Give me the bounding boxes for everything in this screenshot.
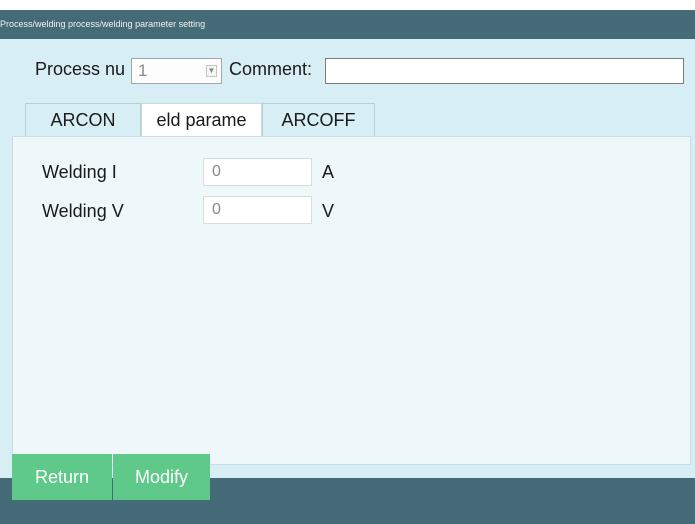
welding-current-unit: A [322,162,335,182]
tab-weld-parameters[interactable]: eld parame [141,103,262,137]
comment-input[interactable] [325,58,684,84]
welding-voltage-unit: V [322,201,335,221]
parameters-panel [12,136,691,465]
tab-arcon[interactable]: ARCON [25,103,141,137]
process-number-value: 1 [138,61,148,80]
comment-label: Comment: [229,59,313,79]
dropdown-arrow-icon[interactable]: ▼ [206,65,217,77]
welding-current-label: Welding I [42,162,117,182]
process-number-label: Process nu [35,59,126,79]
tab-weld-parameters-label: eld parame [156,110,247,130]
tab-arcoff[interactable]: ARCOFF [262,103,375,137]
window-title: Process/welding process/welding paramete… [0,19,206,29]
process-number-select[interactable]: 1 ▼ [131,58,222,84]
title-bar: Process/welding process/welding paramete… [0,10,695,39]
welding-current-input[interactable]: 0 [203,158,312,186]
return-button[interactable]: Return [12,454,112,500]
welding-voltage-label: Welding V [42,201,124,221]
welding-voltage-input[interactable]: 0 [203,196,312,224]
modify-button[interactable]: Modify [113,454,210,500]
main-content: Process nu 1 ▼ Comment: ARCON eld parame… [0,39,695,478]
